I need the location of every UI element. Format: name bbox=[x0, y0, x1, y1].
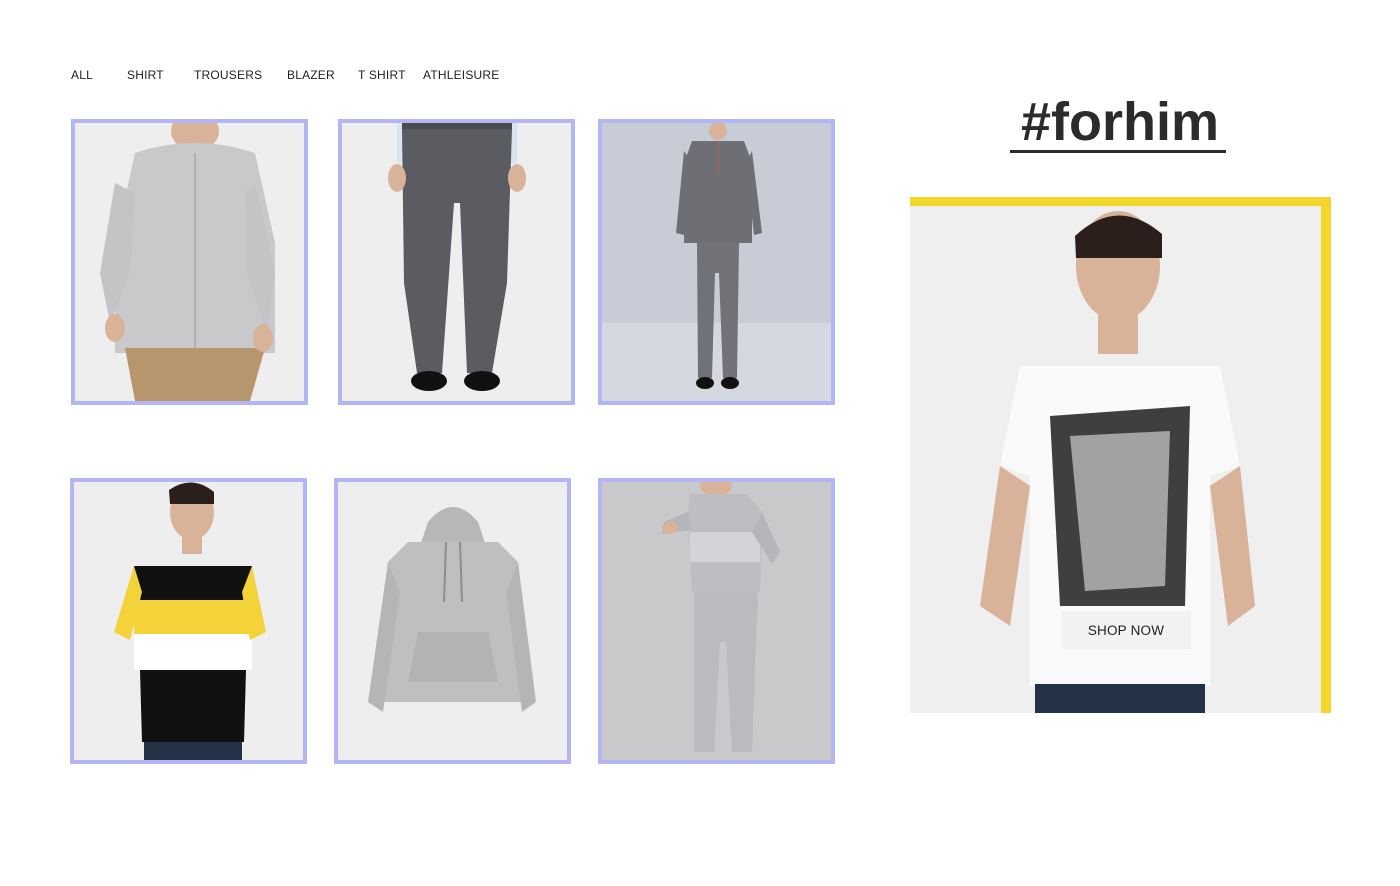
tab-t-shirt[interactable]: T SHIRT bbox=[358, 68, 406, 82]
product-tile-hoodie[interactable] bbox=[334, 478, 571, 764]
product-tile-blazer[interactable] bbox=[598, 119, 835, 405]
promo-hashtag-title: #forhim bbox=[1020, 92, 1220, 152]
grey-hoodie-photo bbox=[338, 482, 567, 760]
promo-title-underline bbox=[1010, 150, 1226, 153]
tab-all[interactable]: ALL bbox=[71, 68, 93, 82]
product-tile-tshirt[interactable] bbox=[70, 478, 307, 764]
grey-suit-photo bbox=[602, 123, 831, 401]
shop-now-button[interactable]: SHOP NOW bbox=[1061, 611, 1191, 649]
product-tile-shirt[interactable] bbox=[71, 119, 308, 405]
product-tile-athleisure[interactable] bbox=[598, 478, 835, 764]
tab-blazer[interactable]: BLAZER bbox=[287, 68, 335, 82]
product-tile-trousers[interactable] bbox=[338, 119, 575, 405]
tab-shirt[interactable]: SHIRT bbox=[127, 68, 164, 82]
tab-athleisure[interactable]: ATHLEISURE bbox=[423, 68, 499, 82]
grey-trousers-photo bbox=[342, 123, 571, 401]
grey-shirt-photo bbox=[75, 123, 304, 401]
tab-trousers[interactable]: TROUSERS bbox=[194, 68, 262, 82]
striped-tshirt-photo bbox=[74, 482, 303, 760]
grey-tracksuit-photo bbox=[602, 482, 831, 760]
